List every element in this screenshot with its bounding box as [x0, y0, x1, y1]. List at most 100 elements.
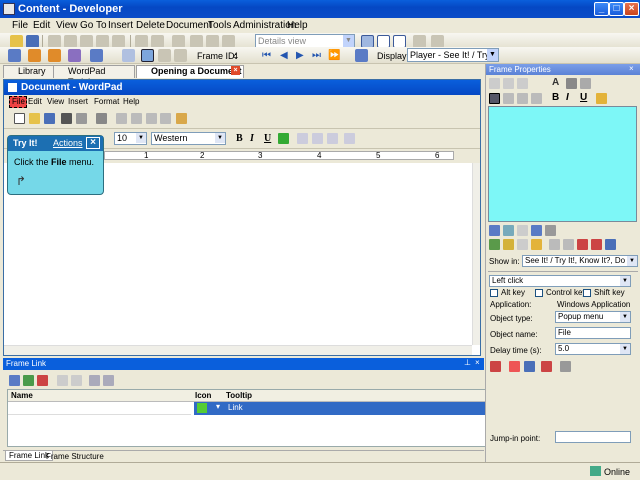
- align-left-icon[interactable]: [489, 93, 500, 104]
- pointer-icon[interactable]: [141, 49, 154, 62]
- next-frame-icon[interactable]: ▶: [296, 50, 304, 61]
- frame-properties-header: Frame Properties ×: [486, 64, 640, 75]
- arrow-down-icon[interactable]: [103, 375, 114, 386]
- split-icon[interactable]: [158, 49, 171, 62]
- show-in-combo[interactable]: See It! / Try It!, Know It?, Do It! ▼: [522, 255, 638, 267]
- branch-icon[interactable]: [90, 49, 103, 62]
- minimize-button[interactable]: _: [594, 2, 609, 16]
- tab-frame-structure[interactable]: Frame Structure: [46, 452, 104, 461]
- highlight-icon[interactable]: [566, 78, 577, 89]
- menu-view[interactable]: View: [56, 20, 78, 31]
- align-center-icon[interactable]: [503, 93, 514, 104]
- check-icon[interactable]: [489, 239, 500, 250]
- wordpad-menu-help[interactable]: Help: [123, 97, 139, 106]
- add-action-icon[interactable]: [490, 361, 501, 372]
- add-link-icon[interactable]: [23, 375, 34, 386]
- bubble-icon[interactable]: [503, 225, 514, 236]
- close-icon[interactable]: ×: [86, 137, 100, 149]
- font-icon[interactable]: A: [552, 77, 559, 88]
- first-frame-icon[interactable]: ⏮: [262, 50, 271, 61]
- wordpad-menu-format[interactable]: Format: [94, 97, 119, 106]
- record-icon[interactable]: [541, 361, 552, 372]
- remove-icon[interactable]: [591, 239, 602, 250]
- settings-icon[interactable]: [71, 375, 82, 386]
- jump-in-field[interactable]: [555, 431, 631, 443]
- frame-id-value: 4: [233, 51, 239, 61]
- view-combo[interactable]: Details view ▼: [255, 34, 355, 48]
- wordpad-menu-view[interactable]: View: [47, 97, 64, 106]
- tab-opening-a-document[interactable]: Opening a Document ×: [136, 65, 244, 78]
- object-name-field[interactable]: File: [555, 327, 631, 339]
- horizontal-scrollbar[interactable]: [4, 345, 472, 355]
- font-icon[interactable]: [605, 239, 616, 250]
- paste-icon[interactable]: [517, 78, 528, 89]
- close-icon[interactable]: ×: [475, 358, 480, 367]
- name-cell[interactable]: [8, 402, 191, 415]
- underline-icon[interactable]: U: [580, 92, 587, 103]
- edit-icon[interactable]: [57, 375, 68, 386]
- wordpad-menu-edit[interactable]: Edit: [28, 97, 42, 106]
- menu-delete[interactable]: Delete: [136, 20, 165, 31]
- arrow-up-icon[interactable]: [89, 375, 100, 386]
- control-key-checkbox[interactable]: [535, 289, 543, 297]
- last-frame-icon[interactable]: ⏭: [312, 50, 321, 61]
- hand-icon[interactable]: [517, 239, 528, 250]
- wordpad-menu-file[interactable]: File: [12, 97, 25, 106]
- format-icon[interactable]: [580, 78, 591, 89]
- delay-time-combo[interactable]: 5.0 ▼: [555, 343, 631, 355]
- menu-file[interactable]: File: [12, 20, 28, 31]
- menu-insert[interactable]: Insert: [108, 20, 133, 31]
- maximize-button[interactable]: □: [609, 2, 624, 16]
- user-icon[interactable]: [68, 49, 81, 62]
- tab-wordpad-training[interactable]: WordPad Training: [53, 65, 135, 87]
- close-icon[interactable]: ×: [629, 64, 634, 73]
- object-type-combo[interactable]: Popup menu ▼: [555, 311, 631, 323]
- window-icon[interactable]: [563, 239, 574, 250]
- user-icon[interactable]: [524, 361, 535, 372]
- alt-key-checkbox[interactable]: [490, 289, 498, 297]
- menu-document[interactable]: Document: [166, 20, 212, 31]
- shift-key-checkbox[interactable]: [583, 289, 591, 297]
- sound-icon[interactable]: [545, 225, 556, 236]
- delete-link-icon[interactable]: [37, 375, 48, 386]
- copy-frame-icon[interactable]: [174, 49, 187, 62]
- bold-icon[interactable]: B: [552, 92, 559, 103]
- frame-icon[interactable]: [517, 225, 528, 236]
- jump-icon[interactable]: [355, 49, 368, 62]
- bookmark-icon[interactable]: [8, 49, 21, 62]
- wordpad-menu-insert[interactable]: Insert: [68, 97, 88, 106]
- copy-icon[interactable]: [503, 78, 514, 89]
- justify-icon[interactable]: [531, 93, 542, 104]
- copy-icon[interactable]: [549, 239, 560, 250]
- menu-tools[interactable]: Tools: [208, 20, 231, 31]
- link-icon[interactable]: [9, 375, 20, 386]
- vertical-scrollbar[interactable]: [472, 163, 480, 345]
- end-frame-icon[interactable]: ⏩: [328, 50, 340, 61]
- add-action-icon[interactable]: [48, 49, 61, 62]
- close-button[interactable]: ×: [624, 2, 639, 16]
- note-icon[interactable]: [503, 239, 514, 250]
- pin-icon[interactable]: ⊥: [464, 358, 471, 367]
- spell-check-icon[interactable]: [596, 93, 607, 104]
- display-combo[interactable]: Player - See It! / Try It! ▼: [407, 48, 499, 62]
- menu-help[interactable]: Help: [287, 20, 308, 31]
- add-frame-icon[interactable]: [28, 49, 41, 62]
- tryit-actions-link[interactable]: Actions: [53, 138, 83, 148]
- menu-edit[interactable]: Edit: [33, 20, 50, 31]
- status-online: Online: [604, 467, 631, 477]
- close-tab-icon[interactable]: ×: [231, 66, 240, 75]
- screenshot-icon[interactable]: [531, 225, 542, 236]
- key-icon[interactable]: [560, 361, 571, 372]
- delete-icon[interactable]: [577, 239, 588, 250]
- align-right-icon[interactable]: [517, 93, 528, 104]
- record-icon[interactable]: [122, 49, 135, 62]
- action-icon[interactable]: [489, 225, 500, 236]
- menu-goto[interactable]: Go To: [80, 20, 107, 31]
- table-row[interactable]: ▾ Link: [194, 402, 485, 415]
- key-icon[interactable]: [531, 239, 542, 250]
- italic-icon[interactable]: I: [566, 92, 569, 103]
- cut-icon[interactable]: [489, 78, 500, 89]
- prev-frame-icon[interactable]: ◀: [280, 50, 288, 61]
- delete-action-icon[interactable]: [509, 361, 520, 372]
- action-combo[interactable]: Left click ▼: [489, 275, 631, 287]
